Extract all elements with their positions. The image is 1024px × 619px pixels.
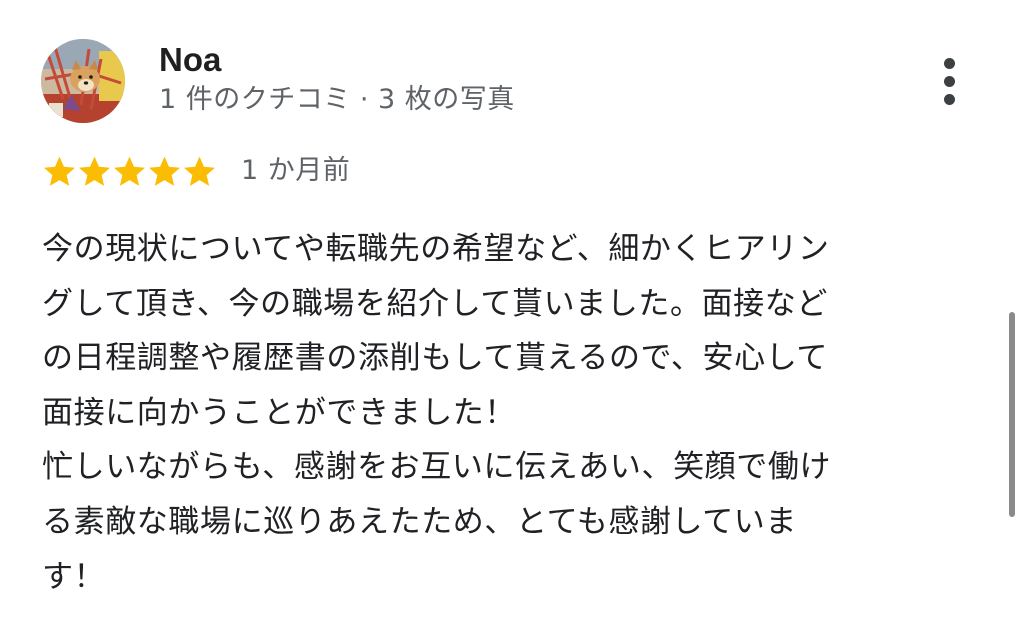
review-text-line: グして頂き、今の職場を紹介して貰いました。面接など xyxy=(42,285,828,322)
rating-row: 1 か月前 xyxy=(42,151,350,191)
more-vert-icon-dot xyxy=(944,94,955,105)
review-text-line: 今の現状についてや転職先の希望など、細かくヒアリン xyxy=(42,231,830,267)
avatar-photo xyxy=(41,39,125,123)
star-icon xyxy=(149,156,180,186)
more-vert-icon-dot xyxy=(944,76,955,87)
review-date: 1 か月前 xyxy=(241,155,351,186)
review-text-line: 面接に向かうことができました！ xyxy=(42,394,516,431)
more-options-button[interactable] xyxy=(930,54,970,110)
reviewer-name[interactable]: Noa xyxy=(159,40,221,80)
review-text-line: す！ xyxy=(42,558,106,595)
review-text-line: 忙しいながらも、感謝をお互いに伝えあい、笑顔で働け xyxy=(42,449,832,486)
reviewer-review-count: 1 件のクチコミ · 3 枚の写真 xyxy=(159,84,515,115)
scrollbar[interactable] xyxy=(1009,312,1015,517)
star-icon xyxy=(114,156,145,186)
star-icon xyxy=(79,156,110,186)
review-text-line: る素敵な職場に巡りあえたため、とても感謝していま xyxy=(42,503,797,540)
star-icon xyxy=(184,156,215,186)
avatar[interactable] xyxy=(41,39,125,123)
star-rating xyxy=(42,154,217,189)
review-text-line: の日程調整や履歴書の添削もして貰えるので、安心して xyxy=(42,340,828,377)
review-text: 今の現状についてや転職先の希望など、細かくヒアリン グして頂き、今の職場を紹介し… xyxy=(42,222,972,604)
review-card: Noa 1 件のクチコミ · 3 枚の写真 1 か月前 今の現状についてや転職先… xyxy=(0,0,1024,619)
more-vert-icon xyxy=(944,58,955,69)
star-icon xyxy=(44,156,75,186)
